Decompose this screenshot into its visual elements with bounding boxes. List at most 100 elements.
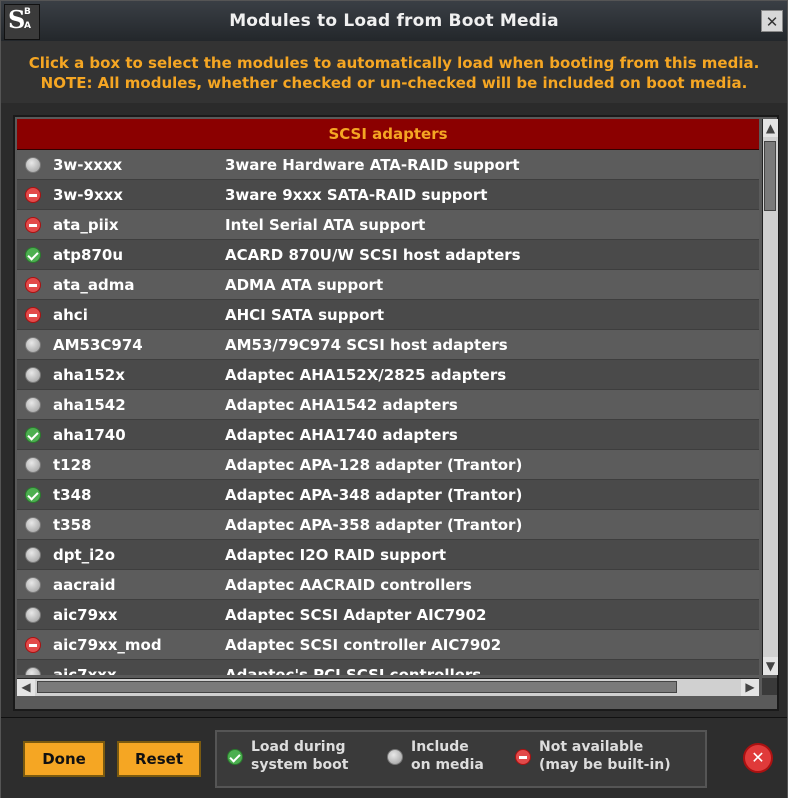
module-row-aha152x[interactable]: aha152x Adaptec AHA152X/2825 adapters	[17, 360, 759, 390]
gray-circle-icon[interactable]	[25, 577, 41, 593]
module-description: Adaptec I2O RAID support	[225, 545, 447, 564]
gray-circle-icon[interactable]	[25, 667, 41, 675]
gray-circle-icon[interactable]	[25, 337, 41, 353]
module-description: Adaptec AHA1740 adapters	[225, 425, 458, 444]
module-description: Adaptec APA-358 adapter (Trantor)	[225, 515, 523, 534]
module-name: ahci	[53, 305, 88, 324]
module-row-aic79xx-mod[interactable]: aic79xx_mod Adaptec SCSI controller AIC79…	[17, 630, 759, 660]
module-description: Adaptec AHA152X/2825 adapters	[225, 365, 507, 384]
scrollbar-corner	[762, 678, 777, 695]
module-name: aacraid	[53, 575, 116, 594]
vertical-scroll-thumb[interactable]	[764, 141, 776, 211]
module-name: aha152x	[53, 365, 125, 384]
instructions: Click a box to select the modules to aut…	[1, 41, 787, 103]
module-description: Intel Serial ATA support	[225, 215, 426, 234]
vertical-scrollbar[interactable]: ▲ ▼	[762, 119, 778, 675]
minus-circle-icon[interactable]	[25, 307, 41, 323]
module-row-dpt-i2o[interactable]: dpt_i2o Adaptec I2O RAID support	[17, 540, 759, 570]
module-name: ata_piix	[53, 215, 119, 234]
module-list: 3w-xxxx 3ware Hardware ATA-RAID support 3w…	[17, 150, 759, 675]
module-row-ata-piix[interactable]: ata_piix Intel Serial ATA support	[17, 210, 759, 240]
module-row-atp870u[interactable]: atp870u ACARD 870U/W SCSI host adapters	[17, 240, 759, 270]
cancel-icon[interactable]: ✕	[743, 743, 773, 773]
module-description: Adaptec AACRAID controllers	[225, 575, 472, 594]
module-name: 3w-xxxx	[53, 155, 123, 174]
close-icon[interactable]: ✕	[761, 10, 783, 32]
horizontal-scrollbar[interactable]: ◀ ▶	[17, 678, 759, 696]
legend-load-line-1: Load during	[251, 739, 346, 755]
module-row-aha1740[interactable]: aha1740 Adaptec AHA1740 adapters	[17, 420, 759, 450]
title-bar: S B A Modules to Load from Boot Media ✕	[1, 1, 787, 41]
logo-letter-s: S	[8, 5, 26, 34]
window-title: Modules to Load from Boot Media	[229, 11, 559, 31]
check-circle-icon[interactable]	[25, 487, 41, 503]
module-row-ata-adma[interactable]: ata_adma ADMA ATA support	[17, 270, 759, 300]
gray-circle-icon[interactable]	[25, 547, 41, 563]
instructions-line-1: Click a box to select the modules to aut…	[28, 54, 760, 72]
module-list-panel: SCSI adapters 3w-xxxx 3ware Hardware ATA-…	[13, 115, 779, 711]
module-row-aic7xxx[interactable]: aic7xxx Adaptec's PCI SCSI controllers	[17, 660, 759, 675]
module-name: aic79xx_mod	[53, 635, 162, 654]
module-description: ADMA ATA support	[225, 275, 384, 294]
legend-load-line-2: system boot	[251, 757, 349, 773]
module-row-ahci[interactable]: ahci AHCI SATA support	[17, 300, 759, 330]
module-description: Adaptec's PCI SCSI controllers	[225, 665, 482, 676]
module-row-3w-9xxx[interactable]: 3w-9xxx 3ware 9xxx SATA-RAID support	[17, 180, 759, 210]
minus-circle-icon[interactable]	[25, 187, 41, 203]
gray-circle-icon[interactable]	[25, 367, 41, 383]
legend-na-line-1: Not available	[539, 739, 644, 755]
done-button[interactable]: Done	[23, 741, 105, 777]
module-row-t358[interactable]: t358 Adaptec APA-358 adapter (Trantor)	[17, 510, 759, 540]
module-name: AM53C974	[53, 335, 143, 354]
scroll-left-arrow-icon[interactable]: ◀	[17, 679, 35, 696]
legend-include-line-1: Include	[411, 739, 469, 755]
scroll-right-arrow-icon[interactable]: ▶	[741, 679, 759, 696]
module-name: aha1740	[53, 425, 126, 444]
module-description: Adaptec APA-128 adapter (Trantor)	[225, 455, 523, 474]
horizontal-scroll-thumb[interactable]	[37, 681, 677, 693]
module-name: ata_adma	[53, 275, 135, 294]
module-description: Adaptec SCSI controller AIC7902	[225, 635, 502, 654]
minus-circle-icon	[515, 749, 531, 765]
minus-circle-icon[interactable]	[25, 217, 41, 233]
status-legend: Load during system boot Include on media…	[215, 730, 707, 788]
module-name: aic7xxx	[53, 665, 117, 676]
module-row-3w-xxxx[interactable]: 3w-xxxx 3ware Hardware ATA-RAID support	[17, 150, 759, 180]
module-row-t128[interactable]: t128 Adaptec APA-128 adapter (Trantor)	[17, 450, 759, 480]
module-row-aic79xx[interactable]: aic79xx Adaptec SCSI Adapter AIC7902	[17, 600, 759, 630]
module-name: t358	[53, 515, 92, 534]
logo-letter-a: A	[24, 21, 31, 31]
module-description: Adaptec APA-348 adapter (Trantor)	[225, 485, 523, 504]
minus-circle-icon[interactable]	[25, 277, 41, 293]
gray-circle-icon[interactable]	[25, 157, 41, 173]
gray-circle-icon[interactable]	[25, 517, 41, 533]
module-name: aic79xx	[53, 605, 118, 624]
module-row-t348[interactable]: t348 Adaptec APA-348 adapter (Trantor)	[17, 480, 759, 510]
module-name: t348	[53, 485, 92, 504]
module-description: 3ware 9xxx SATA-RAID support	[225, 185, 488, 204]
module-name: dpt_i2o	[53, 545, 116, 564]
module-row-aacraid[interactable]: aacraid Adaptec AACRAID controllers	[17, 570, 759, 600]
gray-circle-icon[interactable]	[25, 397, 41, 413]
app-logo: S B A	[4, 4, 40, 40]
module-row-aha1542[interactable]: aha1542 Adaptec AHA1542 adapters	[17, 390, 759, 420]
check-circle-icon[interactable]	[25, 247, 41, 263]
reset-button[interactable]: Reset	[117, 741, 201, 777]
module-description: 3ware Hardware ATA-RAID support	[225, 155, 520, 174]
footer-bar: Done Reset Load during system boot Inclu…	[1, 717, 787, 798]
module-name: aha1542	[53, 395, 126, 414]
check-circle-icon[interactable]	[25, 427, 41, 443]
minus-circle-icon[interactable]	[25, 637, 41, 653]
gray-circle-icon[interactable]	[25, 457, 41, 473]
legend-include-line-2: on media	[411, 757, 484, 773]
scroll-down-arrow-icon[interactable]: ▼	[763, 657, 778, 675]
module-name: atp870u	[53, 245, 124, 264]
module-name: 3w-9xxx	[53, 185, 123, 204]
module-description: ACARD 870U/W SCSI host adapters	[225, 245, 521, 264]
scroll-up-arrow-icon[interactable]: ▲	[763, 119, 778, 137]
gray-circle-icon[interactable]	[25, 607, 41, 623]
module-row-am53c974[interactable]: AM53C974 AM53/79C974 SCSI host adapters	[17, 330, 759, 360]
module-description: AM53/79C974 SCSI host adapters	[225, 335, 508, 354]
legend-na-line-2: (may be built-in)	[539, 757, 671, 773]
modules-dialog: S B A Modules to Load from Boot Media ✕ …	[0, 0, 788, 798]
